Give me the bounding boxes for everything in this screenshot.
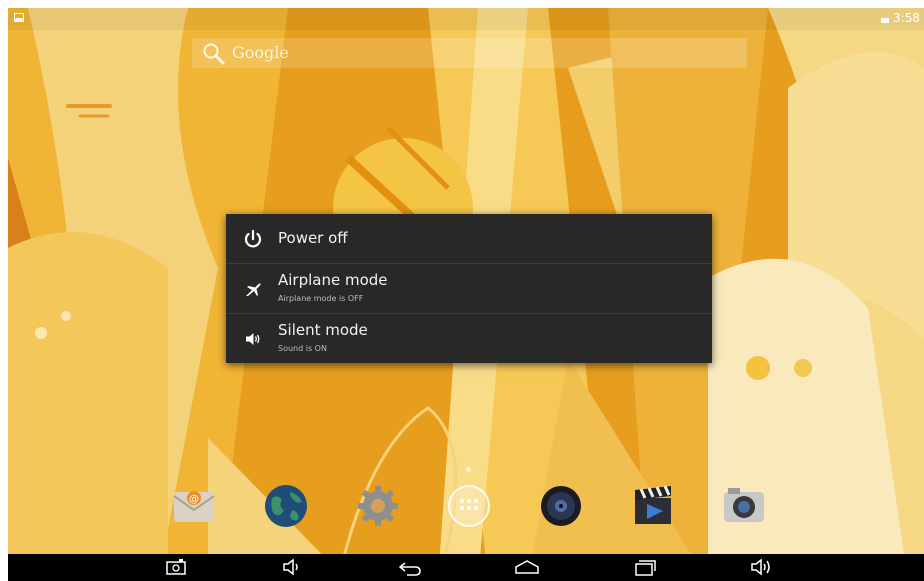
camera-icon[interactable] [722, 484, 766, 528]
power-options-dialog: Power off Airplane mode Airplane mode is… [226, 214, 712, 363]
browser-globe-icon[interactable] [264, 484, 308, 528]
navigation-bar [8, 554, 924, 581]
video-clapper-icon[interactable] [631, 484, 675, 528]
airplane-icon [246, 283, 261, 296]
settings-gear-icon[interactable] [356, 484, 400, 528]
search-label: Google [232, 43, 289, 62]
home-icon[interactable] [513, 556, 541, 578]
airplane-mode-label: Airplane mode [278, 271, 388, 289]
page-indicator-dot [466, 467, 471, 472]
svg-text:@: @ [189, 494, 199, 505]
power-off-label: Power off [278, 229, 348, 247]
app-drawer-icon[interactable] [447, 484, 491, 528]
power-off-option[interactable]: Power off [226, 214, 712, 263]
status-bar: 3:58 [8, 8, 924, 30]
home-screen: 3:58 Google Power off Airplane mode Airp… [8, 8, 924, 581]
search-icon [203, 43, 225, 65]
airplane-mode-status: Airplane mode is OFF [278, 294, 364, 303]
google-search-bar[interactable]: Google [192, 38, 747, 68]
app-dock: @ [8, 484, 924, 544]
email-icon[interactable]: @ [172, 484, 216, 528]
volume-up-icon[interactable] [749, 556, 775, 578]
power-icon [244, 229, 262, 248]
silent-mode-label: Silent mode [278, 321, 368, 339]
notification-screenshot-icon [14, 13, 24, 22]
battery-icon [881, 18, 890, 23]
airplane-mode-option[interactable]: Airplane mode Airplane mode is OFF [226, 264, 712, 313]
screenshot-icon[interactable] [165, 556, 187, 578]
silent-mode-option[interactable]: Silent mode Sound is ON [226, 314, 712, 363]
back-icon[interactable] [397, 556, 423, 578]
music-speaker-icon[interactable] [539, 484, 583, 528]
volume-down-icon[interactable] [281, 556, 303, 578]
clock: 3:58 [893, 11, 920, 25]
recent-apps-icon[interactable] [633, 556, 657, 578]
silent-mode-status: Sound is ON [278, 344, 327, 353]
speaker-icon [246, 333, 260, 345]
